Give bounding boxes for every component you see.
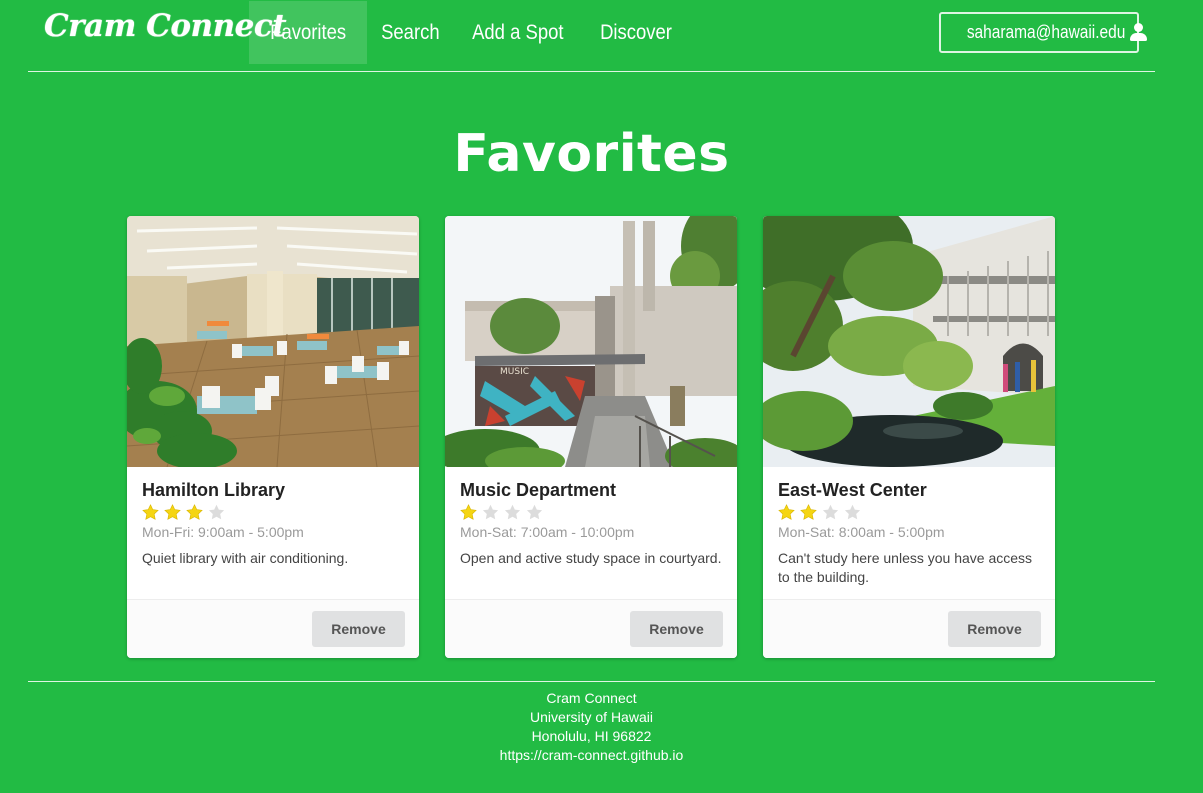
star-empty-icon xyxy=(504,504,521,519)
star-empty-icon xyxy=(822,504,839,519)
star-filled-icon xyxy=(778,503,795,520)
nav-link-label: Favorites xyxy=(270,20,347,44)
card-footer: Remove xyxy=(127,599,419,658)
user-menu-button[interactable]: saharama@hawaii.edu xyxy=(939,12,1147,53)
spot-name: East-West Center xyxy=(778,480,927,500)
card-footer: Remove xyxy=(763,599,1055,658)
star-empty-icon xyxy=(844,504,861,519)
rating-stars xyxy=(460,503,725,521)
spot-card: East-West Center Mon-Sat: 8:00am - 5:00p… xyxy=(763,216,1055,658)
footer: Cram Connect University of Hawaii Honolu… xyxy=(0,689,1183,765)
nav-link-search[interactable]: Search xyxy=(367,1,454,64)
navbar: Cram Connect Favorites Search Add a Spot… xyxy=(0,0,1203,72)
nav-link-discover[interactable]: Discover xyxy=(586,1,686,64)
spot-description: Quiet library with air conditioning. xyxy=(142,550,349,566)
spot-image-music-department: MUSIC xyxy=(445,216,737,467)
spot-image-east-west-center xyxy=(763,216,1055,467)
user-icon xyxy=(1129,23,1147,42)
card-footer: Remove xyxy=(445,599,737,658)
spot-name: Music Department xyxy=(460,480,617,500)
spot-image-hamilton-library xyxy=(127,216,419,467)
spot-card: MUSIC Music Department Mon-Sat: 7:00am -… xyxy=(445,216,737,658)
spot-card: Hamilton Library Mon-Fri: 9:00am - 5:00p… xyxy=(127,216,419,658)
rating-stars xyxy=(778,503,1043,521)
footer-address: Honolulu, HI 96822 xyxy=(531,728,652,744)
user-email: saharama@hawaii.edu xyxy=(966,22,1126,42)
spot-hours: Mon-Fri: 9:00am - 5:00pm xyxy=(142,524,304,540)
footer-app-name: Cram Connect xyxy=(546,690,637,706)
star-filled-icon xyxy=(800,503,817,520)
remove-button[interactable]: Remove xyxy=(948,611,1041,647)
star-filled-icon xyxy=(186,503,203,520)
star-empty-icon xyxy=(526,504,543,519)
star-filled-icon xyxy=(142,503,159,520)
page-title: Favorites xyxy=(453,124,730,184)
spot-hours: Mon-Sat: 7:00am - 10:00pm xyxy=(460,524,635,540)
bottom-divider xyxy=(28,681,1155,682)
card-body: Music Department Mon-Sat: 7:00am - 10:00… xyxy=(460,479,725,568)
card-body: Hamilton Library Mon-Fri: 9:00am - 5:00p… xyxy=(142,479,407,568)
rating-stars xyxy=(142,503,407,521)
spot-description: Open and active study space in courtyard… xyxy=(460,550,722,566)
footer-university: University of Hawaii xyxy=(530,709,653,725)
svg-text:MUSIC: MUSIC xyxy=(500,367,529,377)
star-filled-icon xyxy=(460,503,477,520)
star-filled-icon xyxy=(164,503,181,520)
spot-description: Can't study here unless you have access … xyxy=(778,550,1033,585)
spot-name: Hamilton Library xyxy=(142,480,286,500)
star-empty-icon xyxy=(208,504,225,519)
top-divider xyxy=(28,71,1155,72)
remove-button[interactable]: Remove xyxy=(630,611,723,647)
nav-links: Favorites Search Add a Spot Discover xyxy=(249,1,692,64)
card-body: East-West Center Mon-Sat: 8:00am - 5:00p… xyxy=(778,479,1043,587)
spot-hours: Mon-Sat: 8:00am - 5:00pm xyxy=(778,524,945,540)
nav-link-favorites[interactable]: Favorites xyxy=(249,1,368,64)
nav-link-add-a-spot[interactable]: Add a Spot xyxy=(458,1,578,64)
footer-website-link[interactable]: https://cram-connect.github.io xyxy=(0,746,1183,765)
star-empty-icon xyxy=(482,504,499,519)
remove-button[interactable]: Remove xyxy=(312,611,405,647)
